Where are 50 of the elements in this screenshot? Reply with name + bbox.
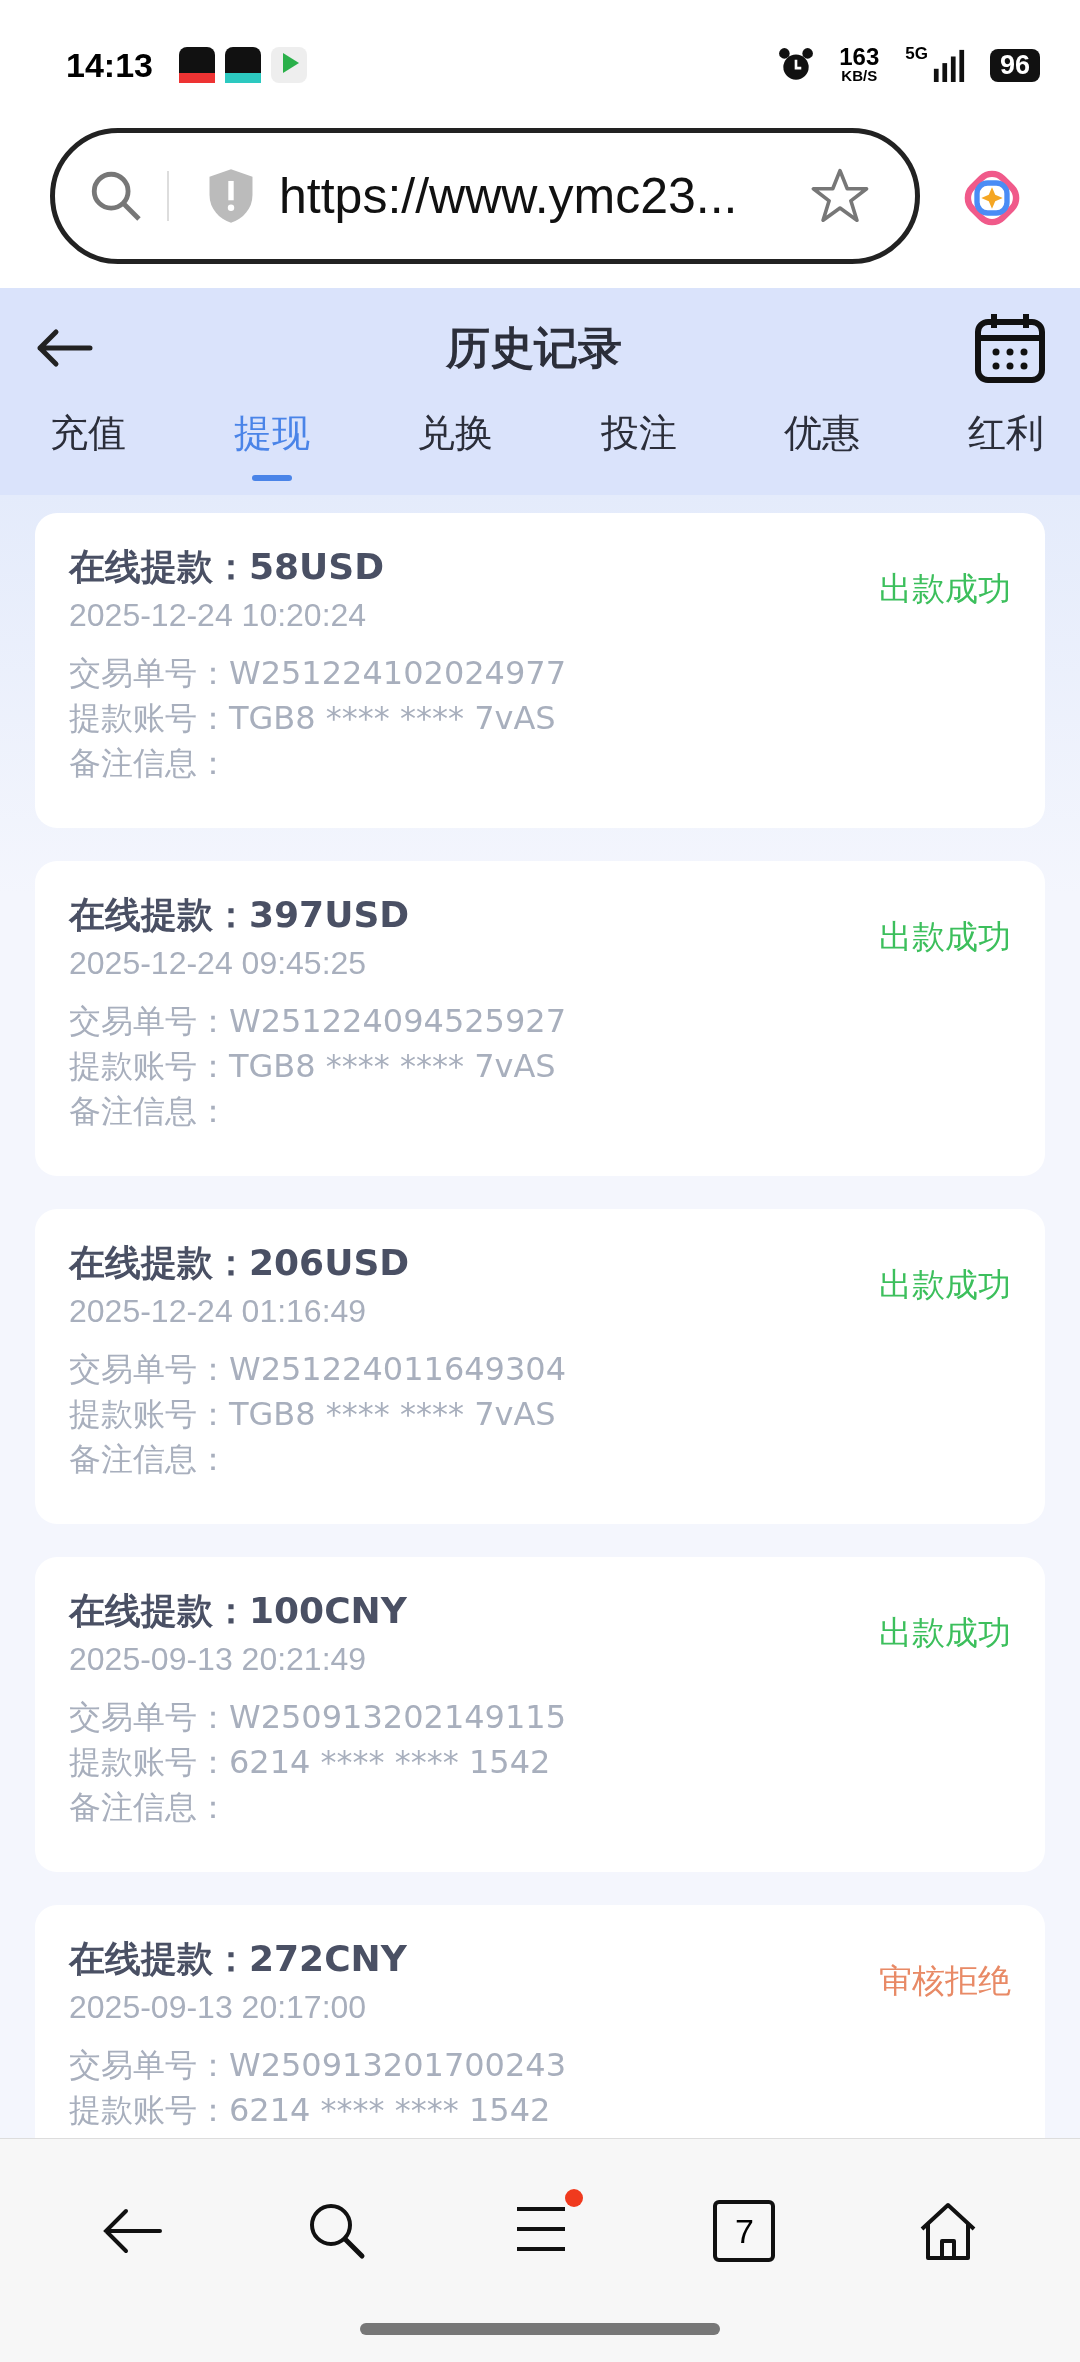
record-detail: 备注信息： (69, 1091, 230, 1132)
signal-icon (931, 48, 966, 82)
tab[interactable]: 投注 (600, 408, 677, 481)
address-bar[interactable]: https://www.ymc23... (50, 128, 920, 264)
record-title: 在线提款：272CNY (69, 1937, 407, 1981)
url-text: https://www.ymc23... (279, 167, 739, 225)
record-status: 出款成功 (879, 1264, 1011, 1306)
record-time: 2025-12-24 09:45:25 (69, 944, 368, 983)
record-detail: 提款账号：6214 **** **** 1542 (69, 2090, 552, 2131)
record-detail: 备注信息： (69, 1439, 230, 1480)
calendar-icon[interactable] (974, 312, 1046, 384)
tab[interactable]: 优惠 (784, 408, 861, 481)
record-status: 出款成功 (879, 568, 1011, 610)
tabs-button[interactable]: 7 (713, 2200, 776, 2262)
record-detail: 交易单号：W251224102024977 (69, 653, 568, 694)
network-speed: 163 (839, 46, 880, 68)
network-type: 5G (905, 44, 928, 64)
speed-unit: KB/S (841, 68, 878, 84)
app-icon (178, 47, 215, 83)
tab[interactable]: 充值 (50, 408, 126, 481)
record-title: 在线提款：206USD (69, 1241, 410, 1285)
record-status: 出款成功 (879, 916, 1011, 958)
record-detail: 备注信息： (69, 743, 230, 784)
tab[interactable]: 兑换 (417, 408, 494, 481)
record-detail: 交易单号：W251224011649304 (69, 1349, 568, 1390)
record-detail: 交易单号：W250913201700243 (69, 2045, 568, 2086)
battery-level: 96 (989, 48, 1040, 82)
record-detail: 提款账号：TGB8 **** **** 7vAS (69, 698, 557, 739)
record-detail: 提款账号：6214 **** **** 1542 (69, 1742, 552, 1783)
app-icon (224, 47, 261, 83)
record-detail: 交易单号：W250913202149115 (69, 1697, 568, 1738)
app-icon (270, 47, 307, 83)
record-detail: 提款账号：TGB8 **** **** 7vAS (69, 1394, 557, 1435)
star-icon[interactable] (811, 167, 869, 225)
page-title: 历史记录 (446, 320, 622, 375)
record-status: 审核拒绝 (879, 1960, 1011, 2002)
record-time: 2025-12-24 10:20:24 (69, 596, 368, 635)
record-time: 2025-12-24 01:16:49 (69, 1292, 368, 1331)
record-detail: 交易单号：W251224094525927 (69, 1001, 568, 1042)
record-title: 在线提款：397USD (69, 893, 410, 937)
record-title: 在线提款：58USD (69, 545, 385, 589)
record-detail: 备注信息： (69, 1787, 230, 1828)
record-title: 在线提款：100CNY (69, 1589, 407, 1633)
record-time: 2025-09-13 20:17:00 (69, 1988, 368, 2027)
record-detail: 提款账号：TGB8 **** **** 7vAS (69, 1046, 557, 1087)
tab[interactable]: 红利 (967, 408, 1044, 481)
record-time: 2025-09-13 20:21:49 (69, 1640, 368, 1679)
record-status: 出款成功 (879, 1612, 1011, 1654)
status-time: 14:13 (66, 45, 153, 85)
assistant-icon[interactable] (962, 168, 1022, 228)
